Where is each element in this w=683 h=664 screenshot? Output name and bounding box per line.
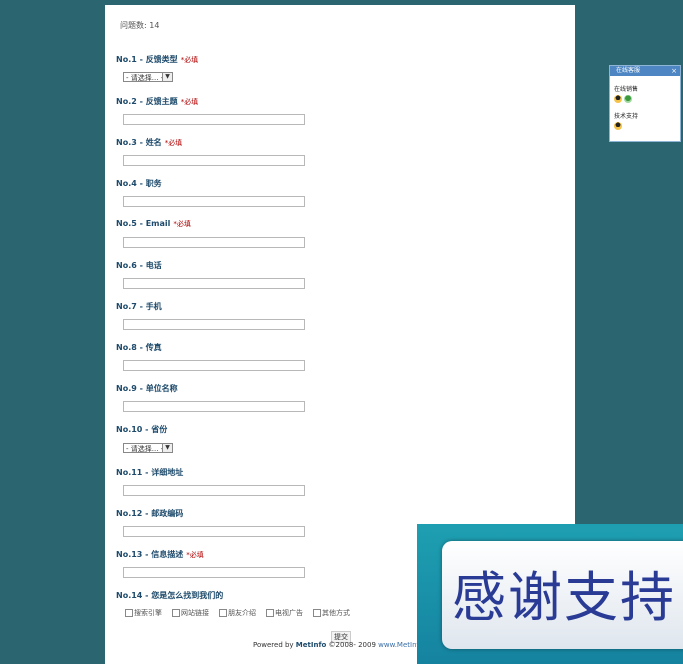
question-6-label: No.6 - 电话 (116, 261, 162, 270)
panel-header: 在线客服 × (610, 66, 680, 76)
footer: Powered by MetInfo ©2008- 2009 www.MetIn… (253, 641, 424, 649)
required-mark: *必填 (180, 56, 199, 64)
msn-icon[interactable] (624, 95, 632, 103)
checkbox[interactable] (219, 609, 227, 617)
option-site-link[interactable]: 网站链接 (172, 608, 209, 618)
checkbox[interactable] (172, 609, 180, 617)
support-label: 技术支持 (614, 113, 639, 120)
online-service-panel: 在线客服 × 在线销售 技术支持 (609, 65, 681, 142)
question-11-label: No.11 - 详细地址 (116, 468, 184, 477)
question-14-label: No.14 - 您是怎么找到我们的 (116, 591, 224, 600)
company-input[interactable] (123, 401, 305, 412)
chevron-down-icon: ▼ (162, 73, 172, 81)
postcode-input[interactable] (123, 526, 305, 537)
feedback-type-select[interactable]: - 请选择... - ▼ (123, 72, 173, 82)
fax-input[interactable] (123, 360, 305, 371)
thanks-banner: 感谢支持 (417, 524, 683, 664)
phone-input[interactable] (123, 278, 305, 289)
option-search-engine[interactable]: 搜索引擎 (125, 608, 162, 618)
qq-icon[interactable] (614, 95, 622, 103)
checkbox[interactable] (125, 609, 133, 617)
chevron-down-icon: ▼ (162, 444, 172, 452)
banner-text: 感谢支持 (452, 566, 676, 629)
close-icon[interactable]: × (671, 66, 677, 76)
feedback-subject-input[interactable] (123, 114, 305, 125)
question-9-label: No.9 - 单位名称 (116, 384, 178, 393)
job-title-input[interactable] (123, 196, 305, 207)
question-8-label: No.8 - 传真 (116, 343, 162, 352)
question-1-label: No.1 - 反馈类型 *必填 (116, 55, 199, 64)
question-5-label: No.5 - Email *必填 (116, 219, 191, 228)
sales-label: 在线销售 (614, 86, 639, 93)
question-4-label: No.4 - 职务 (116, 179, 162, 188)
province-select[interactable]: - 请选择... - ▼ (123, 443, 173, 453)
question-count: 问题数: 14 (120, 21, 160, 30)
mobile-input[interactable] (123, 319, 305, 330)
question-12-label: No.12 - 邮政编码 (116, 509, 184, 518)
qq-icon[interactable] (614, 122, 622, 130)
checkbox[interactable] (266, 609, 274, 617)
checkbox[interactable] (313, 609, 321, 617)
required-mark: *必填 (164, 139, 183, 147)
question-13-label: No.13 - 信息描述 *必填 (116, 550, 204, 559)
question-2-label: No.2 - 反馈主题 *必填 (116, 97, 199, 106)
name-input[interactable] (123, 155, 305, 166)
question-10-label: No.10 - 省份 (116, 425, 168, 434)
question-7-label: No.7 - 手机 (116, 302, 162, 311)
address-input[interactable] (123, 485, 305, 496)
required-mark: *必填 (173, 220, 191, 228)
option-friend[interactable]: 朋友介绍 (219, 608, 256, 618)
required-mark: *必填 (180, 98, 199, 106)
description-input[interactable] (123, 567, 305, 578)
question-3-label: No.3 - 姓名 *必填 (116, 138, 183, 147)
required-mark: *必填 (186, 551, 204, 559)
email-input[interactable] (123, 237, 305, 248)
option-other[interactable]: 其他方式 (313, 608, 350, 618)
option-tv-ad[interactable]: 电视广告 (266, 608, 303, 618)
source-options: 搜索引擎 网站链接 朋友介绍 电视广告 其他方式 (125, 608, 350, 618)
